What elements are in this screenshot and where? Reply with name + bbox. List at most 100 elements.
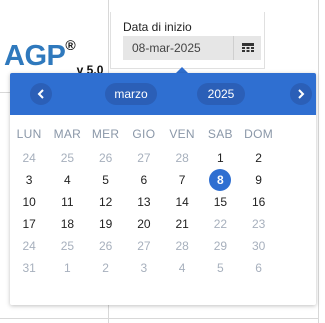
day-number: 20	[137, 217, 151, 231]
day-cell[interactable]: 28	[163, 235, 201, 257]
day-number: 19	[98, 217, 113, 231]
week-row: 3 4 5 6 7 8 9	[10, 169, 316, 191]
day-number: 10	[22, 195, 36, 209]
app-logo: AGP®v 5.0	[4, 37, 103, 77]
day-number: 3	[25, 173, 33, 187]
day-cell[interactable]: 26	[87, 147, 125, 169]
day-cell[interactable]: 18	[48, 213, 86, 235]
day-cell[interactable]: 5	[87, 169, 125, 191]
day-number: 3	[140, 261, 148, 275]
day-number: 26	[98, 239, 113, 253]
day-cell[interactable]: 4	[48, 169, 86, 191]
day-number: 28	[175, 239, 189, 253]
day-cell[interactable]: 15	[201, 191, 239, 213]
day-cell[interactable]: 21	[163, 213, 201, 235]
weekday-label: SAB	[207, 127, 233, 141]
day-number: 16	[251, 195, 266, 209]
day-number: 15	[213, 195, 228, 209]
day-number: 11	[61, 195, 74, 209]
day-cell[interactable]: 2	[87, 257, 125, 279]
day-cell[interactable]: 29	[201, 235, 239, 257]
day-number: 4	[64, 173, 71, 187]
day-cell[interactable]: 22	[201, 213, 239, 235]
day-number: 21	[175, 217, 189, 231]
divider	[0, 318, 319, 319]
month-selector[interactable]: marzo	[105, 83, 157, 105]
day-cell[interactable]: 6	[240, 257, 278, 279]
day-cell[interactable]: 25	[48, 235, 86, 257]
day-cell[interactable]: 26	[87, 235, 125, 257]
day-number: 14	[175, 195, 189, 209]
day-cell[interactable]: 16	[240, 191, 278, 213]
weekday-label: MER	[91, 127, 120, 141]
day-cell[interactable]: 11	[48, 191, 86, 213]
start-date-field: Data di inizio 08-mar-2025	[110, 12, 265, 69]
day-cell[interactable]: 2	[240, 147, 278, 169]
day-cell[interactable]: 24	[10, 235, 48, 257]
start-date-input[interactable]: 08-mar-2025	[123, 36, 233, 60]
week-row: 10 11 12 13 14 15 16	[10, 191, 316, 213]
divider	[318, 0, 319, 323]
datepicker: marzo 2025 LUN MAR MER GIO VEN SAB DOM 2…	[10, 73, 316, 305]
day-cell[interactable]: 17	[10, 213, 48, 235]
day-cell[interactable]: 30	[240, 235, 278, 257]
weekday-header-row: LUN MAR MER GIO VEN SAB DOM	[10, 121, 316, 147]
day-cell[interactable]: 9	[240, 169, 278, 191]
day-cell[interactable]: 25	[48, 147, 86, 169]
day-cell[interactable]: 19	[87, 213, 125, 235]
day-number: 24	[22, 151, 36, 165]
day-number: 25	[60, 151, 75, 165]
day-number: 13	[137, 195, 151, 209]
day-cell[interactable]: 3	[10, 169, 48, 191]
day-cell[interactable]: 14	[163, 191, 201, 213]
logo-text: AGP	[4, 40, 66, 72]
day-number: 4	[178, 261, 186, 275]
day-number: 6	[255, 261, 262, 275]
day-number: 5	[217, 261, 224, 275]
calendar-button[interactable]	[233, 36, 261, 60]
year-selector[interactable]: 2025	[197, 83, 245, 105]
day-number: 9	[255, 173, 262, 187]
day-cell-selected[interactable]: 8	[201, 169, 239, 191]
day-cell[interactable]: 13	[125, 191, 163, 213]
day-number: 2	[102, 261, 109, 275]
prev-month-button[interactable]	[30, 83, 52, 105]
day-number: 12	[98, 195, 113, 209]
day-cell[interactable]: 27	[125, 147, 163, 169]
day-cell[interactable]: 7	[163, 169, 201, 191]
day-cell[interactable]: 1	[201, 147, 239, 169]
day-cell[interactable]: 4	[163, 257, 201, 279]
day-cell[interactable]: 1	[48, 257, 86, 279]
day-cell[interactable]: 12	[87, 191, 125, 213]
day-number: 28	[175, 151, 189, 165]
weekday-label: VEN	[169, 127, 195, 141]
chevron-left-icon	[37, 89, 44, 99]
day-cell[interactable]: 31	[10, 257, 48, 279]
day-cell[interactable]: 28	[163, 147, 201, 169]
day-cell[interactable]: 6	[125, 169, 163, 191]
day-number: 29	[213, 239, 228, 253]
day-number: 27	[137, 151, 151, 165]
day-cell[interactable]: 5	[201, 257, 239, 279]
calendar-grid: LUN MAR MER GIO VEN SAB DOM 24 25 26 27 28 1 2…	[10, 121, 316, 279]
weekday-label: LUN	[16, 127, 42, 141]
week-row: 31 1 2 3 4 5 6	[10, 257, 316, 279]
weekday-label: DOM	[244, 127, 274, 141]
day-number: 18	[60, 217, 75, 231]
day-cell[interactable]: 3	[125, 257, 163, 279]
day-number: 26	[98, 151, 113, 165]
day-cell[interactable]: 23	[240, 213, 278, 235]
next-month-button[interactable]	[290, 83, 312, 105]
day-cell[interactable]: 27	[125, 235, 163, 257]
day-cell[interactable]: 20	[125, 213, 163, 235]
day-number: 1	[64, 261, 71, 275]
weekday-label: GIO	[132, 127, 156, 141]
day-number: 17	[22, 217, 36, 231]
start-date-label: Data di inizio	[123, 20, 192, 34]
day-cell[interactable]: 24	[10, 147, 48, 169]
day-number: 8	[209, 169, 232, 191]
day-number: 2	[255, 151, 262, 165]
week-row: 17 18 19 20 21 22 23	[10, 213, 316, 235]
day-cell[interactable]: 10	[10, 191, 48, 213]
day-number: 22	[213, 217, 228, 231]
